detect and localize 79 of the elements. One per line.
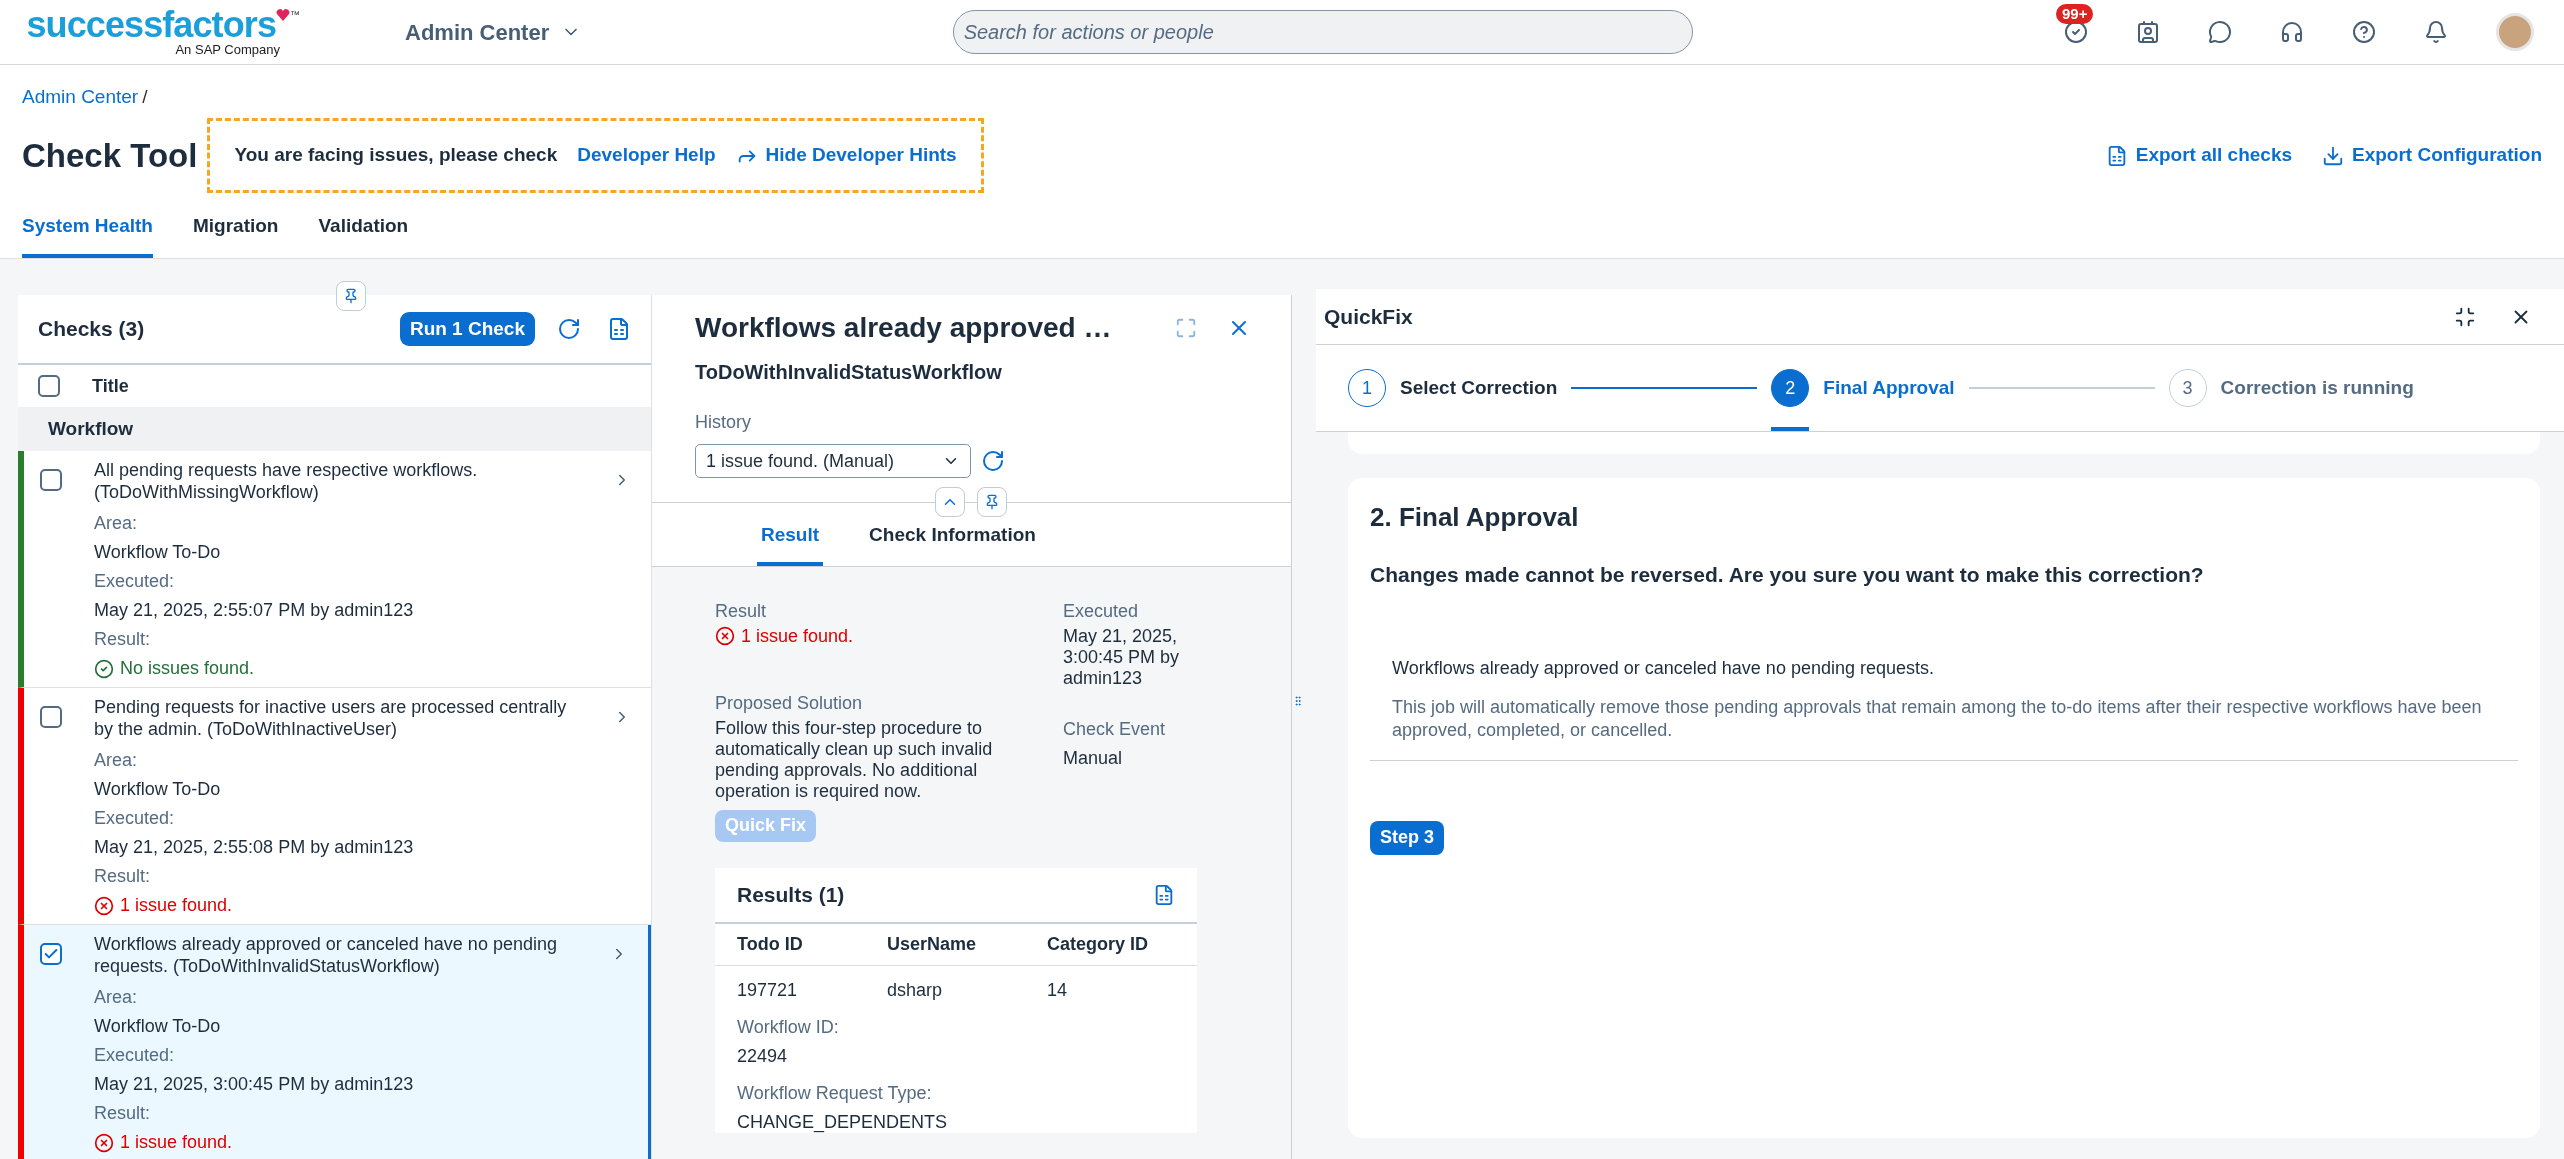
column-header: Todo ID bbox=[737, 933, 804, 955]
correction-title: Workflows already approved or canceled have no pending requests. bbox=[1392, 656, 1935, 680]
result-status: 1 issue found. bbox=[741, 625, 854, 647]
page-title: Check Tool bbox=[22, 135, 198, 176]
confirmation-question: Changes made cannot be reversed. Are you sure you want to make this correction? bbox=[1370, 562, 2205, 588]
field-value: May 21, 2025, 3:00:45 PM by admin123 bbox=[94, 1073, 415, 1096]
result-status: 1 issue found. bbox=[120, 1131, 233, 1154]
hint-text: You are facing issues, please check bbox=[234, 143, 558, 168]
breadcrumb-link[interactable]: Admin Center bbox=[22, 83, 139, 112]
step-number[interactable]: 2 bbox=[1771, 369, 1810, 407]
field-label: Result: bbox=[94, 865, 152, 888]
result-status: 1 issue found. bbox=[120, 894, 233, 917]
results-title: Results (1) bbox=[737, 884, 845, 905]
field-label: Area: bbox=[94, 749, 139, 772]
app-menu[interactable]: Admin Center bbox=[405, 15, 582, 49]
field-label: Area: bbox=[94, 512, 139, 535]
hide-hints-link[interactable]: Hide Developer Hints bbox=[735, 141, 957, 170]
export-all-button[interactable]: Export all checks bbox=[2105, 141, 2292, 170]
correction-description: This job will automatically remove those pending approvals that remain among the to-do items after their respective workflows have been approved, completed, or cancelled. bbox=[1392, 695, 2483, 742]
breadcrumb-separator: / bbox=[142, 85, 148, 109]
developer-help-link[interactable]: Developer Help bbox=[577, 141, 716, 170]
column-header: Category ID bbox=[1047, 933, 1150, 955]
step-label[interactable]: Correction is running bbox=[2220, 373, 2414, 403]
result-status: No issues found. bbox=[120, 657, 255, 680]
history-dropdown[interactable]: 1 issue found. (Manual) bbox=[695, 444, 971, 478]
field-value: May 21, 2025, 2:55:08 PM by admin123 bbox=[94, 836, 415, 859]
tab[interactable]: Migration bbox=[192, 207, 279, 258]
field-label: Executed: bbox=[94, 807, 176, 830]
field-value: 22494 bbox=[737, 1045, 789, 1067]
field-label: Check Event bbox=[1063, 718, 1167, 740]
field-value: May 21, 2025, 2:55:07 PM by admin123 bbox=[94, 599, 415, 622]
field-label: Proposed Solution bbox=[715, 692, 864, 714]
field-label: Result: bbox=[94, 1102, 152, 1125]
check-row[interactable]: Workflows already approved or canceled have no pending requests. (ToDoWithInvalidStatusWorkflow) Area: Workflow To-Do Executed: May 21, 2025, 3:00:45 PM by admin123 Result: 1 issue found. bbox=[18, 925, 651, 1159]
field-label: Workflow ID: bbox=[737, 1016, 840, 1038]
field-value: CHANGE_DEPENDENTS bbox=[737, 1111, 949, 1133]
trademark-mark: ™ bbox=[290, 8, 300, 22]
tab[interactable]: Check Information bbox=[865, 521, 1040, 566]
check-title: Pending requests for inactive users are processed centrally by the admin. (ToDoWithInactiveUser) bbox=[94, 696, 568, 740]
checks-title: Checks (3) bbox=[38, 316, 145, 343]
group-header: Workflow bbox=[18, 407, 651, 451]
notification-badge: 99+ bbox=[2056, 4, 2094, 24]
column-header: Title bbox=[92, 374, 129, 398]
column-header: UserName bbox=[887, 933, 978, 955]
field-label: Executed: bbox=[94, 570, 176, 593]
solution-text: Follow this four-step procedure to automatically clean up such invalid pending approvals. No additional operation is required now. bbox=[715, 717, 994, 802]
table-cell-text: dsharp bbox=[887, 979, 944, 1001]
field-label: Workflow Request Type: bbox=[737, 1082, 933, 1104]
field-value: Manual bbox=[1063, 747, 1124, 769]
tab[interactable]: Validation bbox=[318, 207, 409, 258]
run-check-button[interactable]: Run 1 Check bbox=[399, 312, 535, 346]
logo-tagline: An SAP Company bbox=[175, 43, 280, 57]
step-3-button[interactable]: Step 3 bbox=[1370, 820, 1445, 855]
field-value: Workflow To-Do bbox=[94, 778, 222, 801]
step-label[interactable]: Select Correction bbox=[1400, 373, 1558, 403]
quick-fix-button: Quick Fix bbox=[715, 809, 817, 842]
field-value: Workflow To-Do bbox=[94, 1015, 222, 1038]
table-cell-text: 197721 bbox=[737, 979, 799, 1001]
step-number[interactable]: 1 bbox=[1348, 369, 1386, 407]
step-number[interactable]: 3 bbox=[2168, 369, 2207, 407]
table-cell-text: 14 bbox=[1047, 979, 1069, 1001]
step-label[interactable]: Final Approval bbox=[1823, 373, 1955, 403]
history-label: History bbox=[695, 411, 752, 434]
field-label: Result: bbox=[94, 628, 152, 651]
quickfix-title: QuickFix bbox=[1324, 303, 1413, 330]
field-value: Workflow To-Do bbox=[94, 541, 222, 564]
check-title: Workflows already approved or canceled have no pending requests. (ToDoWithInvalidStatusWorkflow) bbox=[94, 933, 558, 977]
field-value: May 21, 2025, 3:00:45 PM by admin123 bbox=[1063, 625, 1181, 689]
field-label: Result bbox=[715, 600, 768, 622]
search-field[interactable]: Search for actions or people bbox=[952, 10, 1693, 54]
field-label: Area: bbox=[94, 986, 139, 1009]
detail-subtitle: ToDoWithInvalidStatusWorkflow bbox=[695, 360, 1003, 385]
detail-title: Workflows already approved … bbox=[695, 311, 1112, 345]
check-title: All pending requests have respective workflows. (ToDoWithMissingWorkflow) bbox=[94, 459, 479, 503]
field-label: Executed bbox=[1063, 600, 1140, 622]
logo-wordmark[interactable]: successfactors bbox=[26, 7, 276, 43]
card-heading: 2. Final Approval bbox=[1370, 501, 1580, 534]
export-configuration-button[interactable]: Export Configuration bbox=[2322, 141, 2542, 170]
field-label: Executed: bbox=[94, 1044, 176, 1067]
